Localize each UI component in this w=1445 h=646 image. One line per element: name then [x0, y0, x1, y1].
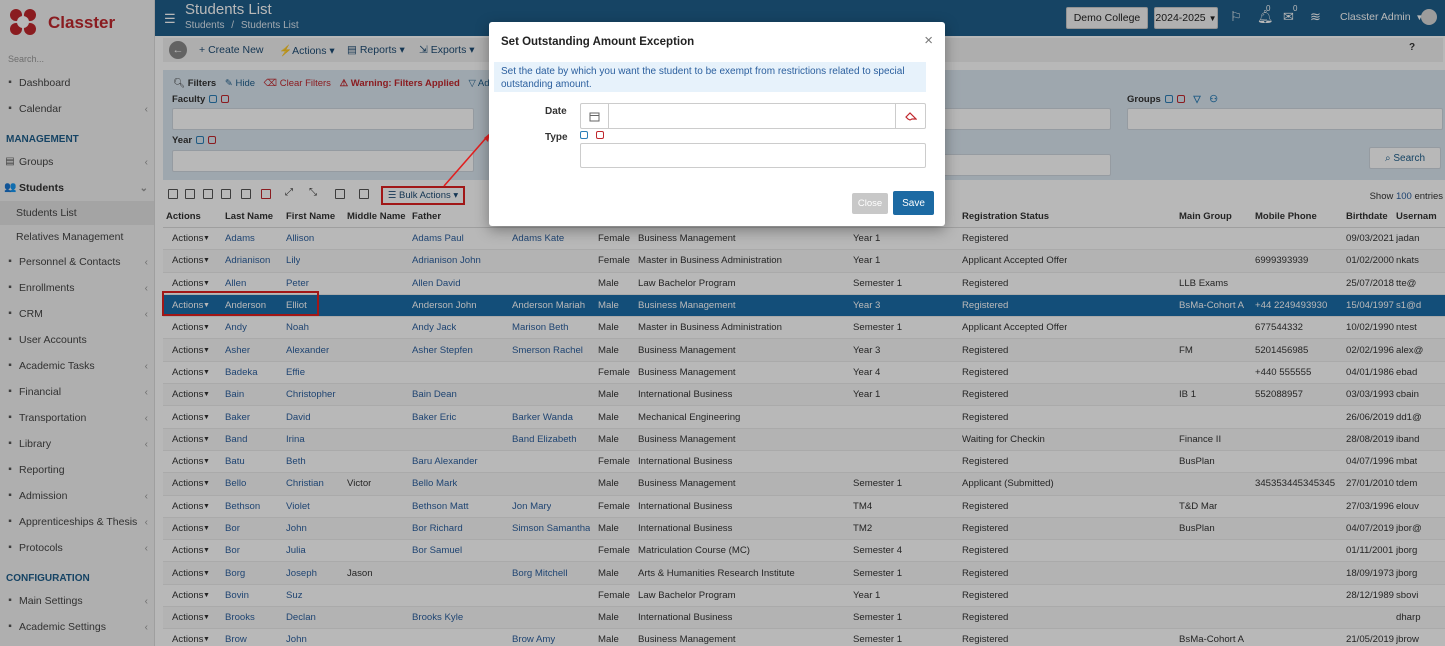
type-exclude-checkbox[interactable] [596, 130, 604, 141]
outstanding-exception-modal: Set Outstanding Amount Exception × Set t… [489, 22, 945, 226]
close-icon[interactable]: × [924, 32, 933, 49]
modal-info-text: Set the date by which you want the stude… [494, 62, 926, 92]
eraser-icon[interactable] [895, 104, 925, 128]
type-include-checkbox[interactable] [580, 130, 588, 141]
close-button[interactable]: Close [852, 193, 888, 214]
date-field[interactable] [580, 103, 926, 129]
save-button[interactable]: Save [893, 191, 934, 215]
modal-title: Set Outstanding Amount Exception [501, 36, 695, 48]
type-label: Type [545, 132, 568, 143]
type-select[interactable] [580, 143, 926, 168]
date-label: Date [545, 106, 567, 117]
calendar-icon[interactable] [581, 104, 609, 128]
